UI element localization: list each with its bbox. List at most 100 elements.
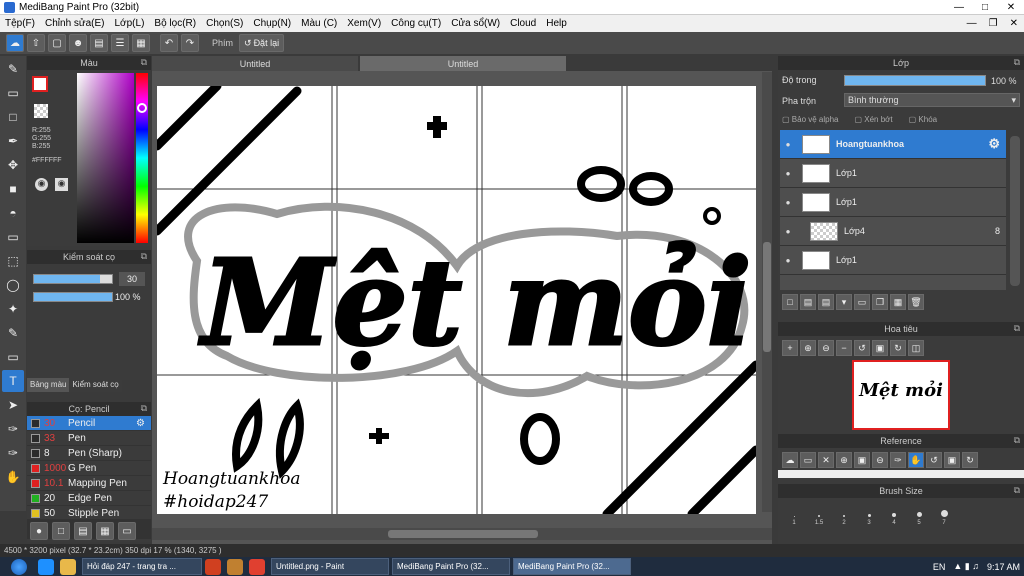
move-tool-icon[interactable]: ✥ (2, 154, 24, 176)
user-icon[interactable]: ☻ (69, 34, 87, 52)
folder-icon[interactable]: ▭ (118, 522, 136, 540)
color-picker-icon[interactable]: ◉ (55, 178, 68, 191)
menu-file[interactable]: Tệp(F) (0, 18, 40, 29)
horizontal-scroll-thumb[interactable] (388, 530, 538, 538)
eyedropper-icon[interactable]: ✑ (890, 452, 906, 468)
select-pen-tool-icon[interactable]: ✎ (2, 322, 24, 344)
brush-size-value[interactable]: 30 (119, 272, 145, 286)
copy-brush-icon[interactable]: ▤ (74, 522, 92, 540)
zoom-in-icon[interactable]: ⊕ (800, 340, 816, 356)
share-icon[interactable]: ⇧ (27, 34, 45, 52)
menu-filter[interactable]: Bộ lọc(R) (149, 18, 201, 29)
select-eraser-tool-icon[interactable]: ▭ (2, 346, 24, 368)
menu-window[interactable]: Cửa sổ(W) (446, 18, 505, 29)
open-folder-icon[interactable]: ▭ (800, 452, 816, 468)
rotate-right-icon[interactable]: ↻ (962, 452, 978, 468)
page-icon[interactable]: ▤ (90, 34, 108, 52)
tab-palette[interactable]: Bảng màu (27, 378, 70, 392)
gear-icon[interactable]: ⚙ (988, 136, 1000, 152)
blend-mode-select[interactable]: Bình thường ▾ (844, 93, 1020, 107)
fit-icon[interactable]: ▣ (944, 452, 960, 468)
menu-select[interactable]: Chọn(S) (201, 18, 248, 29)
gear-icon[interactable]: ⚙ (136, 418, 145, 429)
brush-size-preset[interactable]: 1.5 (807, 502, 831, 526)
media-icon[interactable] (205, 558, 221, 575)
clock[interactable]: 9:17 AM (987, 562, 1020, 572)
operation-tool-icon[interactable]: ➤ (2, 394, 24, 416)
new-halftone-layer-icon[interactable]: ▤ (800, 294, 816, 310)
explorer-icon[interactable] (60, 558, 76, 575)
brush-list-item[interactable]: 1000 G Pen (27, 461, 151, 476)
zoom-in-icon[interactable]: + (782, 340, 798, 356)
doc-minimize-button[interactable]: — (961, 15, 983, 32)
tab-untitled-2[interactable]: Untitled (360, 56, 566, 71)
menu-snap[interactable]: Chụp(N) (248, 18, 296, 29)
eye-icon[interactable]: ● (780, 140, 796, 149)
select-rect-tool-icon[interactable]: ⬚ (2, 250, 24, 272)
brush-size-slider[interactable] (33, 274, 113, 284)
zoom-in-icon[interactable]: ⊕ (836, 452, 852, 468)
eye-icon[interactable]: ● (780, 256, 796, 265)
panel-menu-icon[interactable]: ⧉ (1014, 435, 1020, 446)
close-icon[interactable]: ✕ (818, 452, 834, 468)
brush-size-preset[interactable]: 3 (857, 502, 881, 526)
panel-menu-icon[interactable]: ⧉ (141, 57, 147, 68)
rotate-left-icon[interactable]: ↺ (926, 452, 942, 468)
text-tool-icon[interactable]: T (2, 370, 24, 392)
brush-size-preset[interactable]: 5 (907, 502, 931, 526)
protect-alpha-checkbox[interactable]: ▢ Bảo vệ alpha (782, 115, 838, 124)
lasso-tool-icon[interactable]: ◯ (2, 274, 24, 296)
menu-edit[interactable]: Chỉnh sửa(E) (40, 18, 110, 29)
transparent-swatch[interactable] (34, 104, 48, 118)
eraser-tool-icon[interactable]: ▭ (2, 82, 24, 104)
horizontal-scrollbar[interactable] (152, 528, 772, 540)
layer-row[interactable]: ● Lớp1 (780, 159, 1006, 188)
navigator-preview[interactable]: Mệt mỏi (852, 360, 950, 430)
hand-icon[interactable]: ✋ (908, 452, 924, 468)
delete-layer-icon[interactable]: 🗑 (908, 294, 924, 310)
cloud-icon[interactable]: ☁ (782, 452, 798, 468)
new-layer-icon[interactable]: □ (782, 294, 798, 310)
app-icon[interactable] (227, 558, 243, 575)
rotate-right-icon[interactable]: ↻ (890, 340, 906, 356)
duplicate-layer-icon[interactable]: ❐ (872, 294, 888, 310)
zoom-out-icon[interactable]: ⊖ (872, 452, 888, 468)
fit-icon[interactable]: ▣ (872, 340, 888, 356)
panel-menu-icon[interactable]: ⧉ (1014, 485, 1020, 496)
dot-tool-icon[interactable]: □ (2, 106, 24, 128)
brush-list-item[interactable]: 20 Edge Pen (27, 491, 151, 506)
close-button[interactable]: ✕ (998, 0, 1024, 15)
menu-color[interactable]: Màu (C) (296, 18, 342, 29)
layer-row[interactable]: ● Lớp1 (780, 188, 1006, 217)
magic-wand-tool-icon[interactable]: ✦ (2, 298, 24, 320)
vertical-scroll-thumb[interactable] (763, 242, 771, 352)
tab-brush-control[interactable]: Kiểm soát cọ (69, 378, 122, 392)
ie-icon[interactable] (38, 558, 54, 575)
list-icon[interactable]: ☰ (111, 34, 129, 52)
canvas-page[interactable]: Mệt mỏi Hoangtuankhoa #hoidap247 (157, 86, 756, 514)
redo-icon[interactable]: ↷ (181, 34, 199, 52)
comment-icon[interactable]: ▢ (48, 34, 66, 52)
brush-size-preset[interactable]: 1 (782, 502, 806, 526)
rotate-left-icon[interactable]: ↺ (854, 340, 870, 356)
panel-menu-icon[interactable]: ⧉ (1014, 323, 1020, 334)
menu-view[interactable]: Xem(V) (342, 18, 386, 29)
eye-icon[interactable]: ● (780, 227, 796, 236)
layer-opacity-slider[interactable] (844, 75, 986, 86)
reset-button[interactable]: ↺ Đặt lại (239, 34, 285, 52)
task-hoidap[interactable]: Hỏi đáp 247 - trang tra ... (82, 558, 202, 575)
brush-list-item[interactable]: 10.1 Mapping Pen (27, 476, 151, 491)
brush-list-item[interactable]: 30 Pencil ⚙ (27, 416, 151, 431)
lock-checkbox[interactable]: ▢ Khóa (909, 115, 937, 124)
palette-icon[interactable]: ◉ (35, 178, 48, 191)
layer-list-scrollbar[interactable] (1010, 136, 1020, 286)
task-paint[interactable]: Untitled.png - Paint (271, 558, 389, 575)
brush-opacity-slider[interactable] (33, 292, 113, 302)
doc-restore-button[interactable]: ❐ (983, 15, 1004, 32)
undo-icon[interactable]: ↶ (160, 34, 178, 52)
divide-tool-icon[interactable]: ✑ (2, 442, 24, 464)
task-medibang-2[interactable]: MediBang Paint Pro (32... (513, 558, 631, 575)
eye-icon[interactable]: ● (780, 198, 796, 207)
chrome-icon[interactable] (249, 558, 265, 575)
tab-untitled-1[interactable]: Untitled (152, 56, 358, 71)
